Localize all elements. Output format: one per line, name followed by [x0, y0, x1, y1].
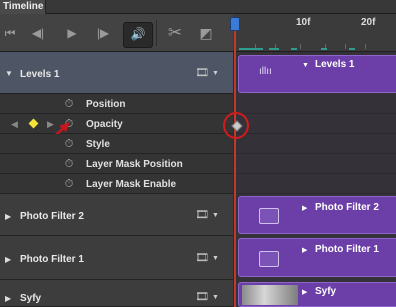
property-label: Opacity — [86, 119, 123, 130]
photo-filter-icon — [259, 208, 279, 224]
property-row-style[interactable]: ⏱ Style — [0, 134, 233, 154]
clip-expand-icon[interactable]: ▼ — [302, 62, 309, 69]
expand-triangle-icon[interactable]: ▶ — [5, 294, 11, 303]
cache-indicator — [321, 48, 327, 50]
photo-filter-icon — [259, 251, 279, 267]
layer-row-photo-filter-2[interactable]: ▶ Photo Filter 2 🎞 ▼ — [0, 194, 233, 236]
layer-menu-dropdown-icon[interactable]: ▼ — [212, 70, 219, 77]
property-row-opacity[interactable]: ◀ ▶ ⏱ Opacity — [0, 114, 233, 141]
layer-menu-dropdown-icon[interactable]: ▼ — [212, 255, 219, 262]
clip-label: Photo Filter 1 — [315, 244, 379, 255]
playhead-handle[interactable] — [230, 17, 240, 31]
transition-icon[interactable]: ◩ — [196, 24, 216, 42]
first-frame-icon[interactable]: ⏮ — [0, 24, 20, 42]
film-strip-icon[interactable]: 🎞 — [195, 290, 209, 303]
time-ruler[interactable]: 10f 20f — [233, 14, 396, 52]
cache-indicator — [269, 48, 279, 50]
clip-label: Syfy — [315, 286, 337, 297]
clip-photo-filter-1[interactable]: ▶ Photo Filter 1 — [238, 238, 396, 277]
panel-header — [0, 0, 396, 14]
clip-levels-1[interactable]: ▼ Levels 1 ıllıı — [238, 55, 396, 93]
red-circle-annotation — [223, 112, 249, 139]
audio-mute-button[interactable]: 🔊 — [123, 22, 153, 48]
playhead-line[interactable] — [234, 30, 236, 307]
film-strip-icon[interactable]: 🎞 — [195, 208, 209, 221]
layer-name: Levels 1 — [20, 69, 60, 80]
add-keyframe-diamond-icon[interactable] — [28, 118, 39, 129]
prev-frame-icon[interactable]: ◀| — [28, 24, 48, 42]
ruler-label-10f: 10f — [296, 17, 311, 28]
property-track[interactable] — [235, 154, 396, 174]
layer-menu-dropdown-icon[interactable]: ▼ — [212, 294, 219, 301]
clip-expand-icon[interactable]: ▶ — [302, 288, 307, 296]
property-row-layer-mask-position[interactable]: ⏱ Layer Mask Position — [0, 154, 233, 174]
layer-row-photo-filter-1[interactable]: ▶ Photo Filter 1 🎞 ▼ — [0, 236, 233, 280]
clip-expand-icon[interactable]: ▶ — [302, 204, 307, 212]
layer-row-levels-1[interactable]: ▼ Levels 1 🎞 ▼ — [0, 52, 233, 94]
ruler-tick — [365, 44, 366, 49]
ruler-label-20f: 20f — [361, 17, 376, 28]
property-row-layer-mask-enable[interactable]: ⏱ Layer Mask Enable — [0, 174, 233, 194]
ruler-tick — [300, 44, 301, 49]
property-track[interactable] — [235, 114, 396, 134]
film-strip-icon[interactable]: 🎞 — [195, 251, 209, 264]
levels-histogram-icon: ıllıı — [259, 66, 272, 77]
layer-name: Photo Filter 2 — [20, 211, 84, 222]
property-label: Position — [86, 99, 126, 110]
expand-triangle-icon[interactable]: ▶ — [5, 255, 11, 264]
clip-expand-icon[interactable]: ▶ — [302, 246, 307, 254]
playback-toolbar: ⏮ ◀| ▶ |▶ 🔊 ✂ ◩ — [0, 14, 233, 52]
expand-triangle-icon[interactable]: ▶ — [5, 212, 11, 221]
stopwatch-icon[interactable]: ⏱ — [64, 99, 74, 110]
cache-indicator — [349, 48, 355, 50]
cache-indicator — [239, 48, 263, 50]
video-thumbnail — [242, 285, 298, 305]
property-label: Layer Mask Position — [86, 159, 183, 170]
stopwatch-icon[interactable]: ⏱ — [64, 159, 74, 170]
property-label: Style — [86, 139, 110, 150]
prev-keyframe-icon[interactable]: ◀ — [11, 119, 18, 130]
stopwatch-icon[interactable]: ⏱ — [64, 179, 74, 190]
layer-name: Photo Filter 1 — [20, 254, 84, 265]
cache-indicator — [291, 48, 297, 50]
timeline-tab[interactable]: Timeline — [0, 0, 46, 14]
clip-syfy[interactable]: ▶ Syfy — [238, 282, 396, 307]
property-track[interactable] — [235, 174, 396, 194]
next-frame-icon[interactable]: |▶ — [93, 24, 113, 42]
layer-name: Syfy — [20, 293, 42, 304]
film-strip-icon[interactable]: 🎞 — [195, 66, 209, 79]
play-icon[interactable]: ▶ — [62, 24, 82, 42]
property-row-position[interactable]: ⏱ Position — [0, 94, 233, 114]
layer-menu-dropdown-icon[interactable]: ▼ — [212, 212, 219, 219]
toolbar-divider — [156, 20, 157, 46]
ruler-tick — [345, 44, 346, 49]
property-track[interactable] — [235, 134, 396, 154]
clip-label: Levels 1 — [315, 59, 355, 70]
clip-label: Photo Filter 2 — [315, 202, 379, 213]
property-track[interactable] — [235, 94, 396, 114]
layer-row-syfy[interactable]: ▶ Syfy 🎞 ▼ — [0, 280, 233, 307]
property-label: Layer Mask Enable — [86, 179, 177, 190]
stopwatch-icon[interactable]: ⏱ — [64, 139, 74, 150]
collapse-triangle-icon[interactable]: ▼ — [5, 69, 13, 78]
split-scissors-icon[interactable]: ✂ — [165, 24, 185, 42]
clip-photo-filter-2[interactable]: ▶ Photo Filter 2 — [238, 196, 396, 234]
